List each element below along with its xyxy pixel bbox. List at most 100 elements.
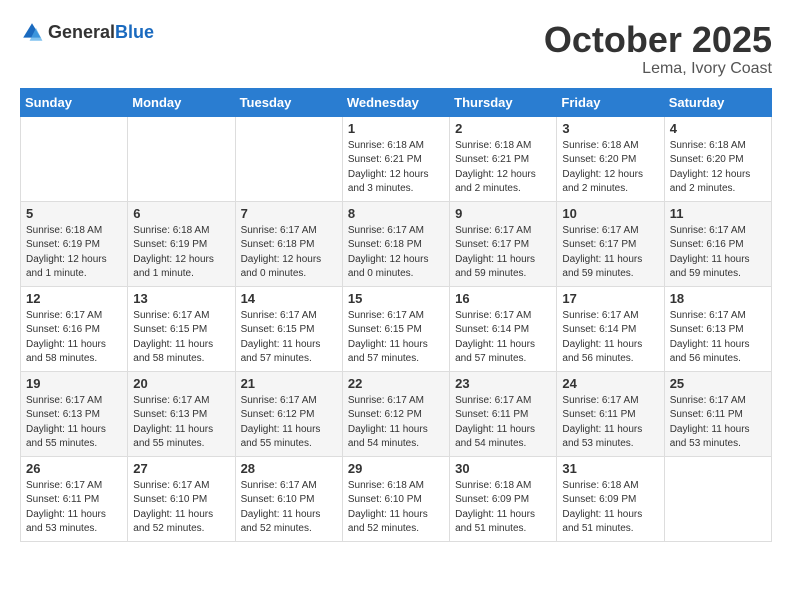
logo-text: GeneralBlue — [48, 22, 154, 43]
calendar-cell: 27 Sunrise: 6:17 AMSunset: 6:10 PMDayligh… — [128, 456, 235, 541]
day-number: 9 — [455, 206, 551, 221]
day-number: 22 — [348, 376, 444, 391]
day-number: 25 — [670, 376, 766, 391]
day-info: Sunrise: 6:17 AMSunset: 6:15 PMDaylight:… — [133, 309, 229, 367]
calendar-cell: 16 Sunrise: 6:17 AMSunset: 6:14 PMDayligh… — [450, 286, 557, 371]
day-info: Sunrise: 6:18 AMSunset: 6:19 PMDaylight:… — [133, 224, 229, 282]
day-info: Sunrise: 6:18 AMSunset: 6:20 PMDaylight:… — [670, 139, 766, 197]
col-tuesday: Tuesday — [235, 88, 342, 116]
day-info: Sunrise: 6:17 AMSunset: 6:10 PMDaylight:… — [133, 479, 229, 537]
day-number: 24 — [562, 376, 658, 391]
calendar-cell: 19 Sunrise: 6:17 AMSunset: 6:13 PMDayligh… — [21, 371, 128, 456]
day-info: Sunrise: 6:18 AMSunset: 6:21 PMDaylight:… — [348, 139, 444, 197]
calendar-cell: 6 Sunrise: 6:18 AMSunset: 6:19 PMDaylight… — [128, 201, 235, 286]
day-info: Sunrise: 6:17 AMSunset: 6:11 PMDaylight:… — [455, 394, 551, 452]
day-number: 11 — [670, 206, 766, 221]
day-number: 12 — [26, 291, 122, 306]
calendar-week-row: 12 Sunrise: 6:17 AMSunset: 6:16 PMDayligh… — [21, 286, 772, 371]
calendar-cell — [664, 456, 771, 541]
calendar-cell: 15 Sunrise: 6:17 AMSunset: 6:15 PMDayligh… — [342, 286, 449, 371]
logo-blue: Blue — [115, 22, 154, 42]
calendar-cell: 21 Sunrise: 6:17 AMSunset: 6:12 PMDayligh… — [235, 371, 342, 456]
day-number: 2 — [455, 121, 551, 136]
day-number: 1 — [348, 121, 444, 136]
day-info: Sunrise: 6:18 AMSunset: 6:09 PMDaylight:… — [562, 479, 658, 537]
day-info: Sunrise: 6:17 AMSunset: 6:14 PMDaylight:… — [455, 309, 551, 367]
day-number: 21 — [241, 376, 337, 391]
day-number: 16 — [455, 291, 551, 306]
day-number: 14 — [241, 291, 337, 306]
calendar-week-row: 5 Sunrise: 6:18 AMSunset: 6:19 PMDaylight… — [21, 201, 772, 286]
col-saturday: Saturday — [664, 88, 771, 116]
calendar-cell: 5 Sunrise: 6:18 AMSunset: 6:19 PMDaylight… — [21, 201, 128, 286]
day-info: Sunrise: 6:17 AMSunset: 6:17 PMDaylight:… — [455, 224, 551, 282]
day-info: Sunrise: 6:18 AMSunset: 6:19 PMDaylight:… — [26, 224, 122, 282]
day-number: 7 — [241, 206, 337, 221]
calendar-cell: 1 Sunrise: 6:18 AMSunset: 6:21 PMDaylight… — [342, 116, 449, 201]
calendar-cell: 28Sunrise: 6:17 AMSunset: 6:10 PMDayligh… — [235, 456, 342, 541]
logo-general: General — [48, 22, 115, 42]
day-info: Sunrise: 6:18 AMSunset: 6:10 PMDaylight:… — [348, 479, 444, 537]
day-number: 3 — [562, 121, 658, 136]
day-info: Sunrise: 6:17 AMSunset: 6:12 PMDaylight:… — [241, 394, 337, 452]
calendar-cell — [21, 116, 128, 201]
day-number: 27 — [133, 461, 229, 476]
day-number: 26 — [26, 461, 122, 476]
day-number: 5 — [26, 206, 122, 221]
day-info: Sunrise: 6:17 AMSunset: 6:15 PMDaylight:… — [348, 309, 444, 367]
day-number: 23 — [455, 376, 551, 391]
calendar-cell: 10 Sunrise: 6:17 AMSunset: 6:17 PMDayligh… — [557, 201, 664, 286]
calendar-week-row: 19 Sunrise: 6:17 AMSunset: 6:13 PMDayligh… — [21, 371, 772, 456]
day-info: Sunrise: 6:17 AMSunset: 6:11 PMDaylight:… — [670, 394, 766, 452]
logo: GeneralBlue — [20, 20, 154, 44]
calendar-cell: 20Sunrise: 6:17 AMSunset: 6:13 PMDayligh… — [128, 371, 235, 456]
day-info: Sunrise: 6:18 AMSunset: 6:21 PMDaylight:… — [455, 139, 551, 197]
day-info: Sunrise: 6:17 AMSunset: 6:16 PMDaylight:… — [26, 309, 122, 367]
title-block: October 2025 Lema, Ivory Coast — [544, 20, 772, 78]
day-info: Sunrise: 6:17 AMSunset: 6:14 PMDaylight:… — [562, 309, 658, 367]
page-header: GeneralBlue October 2025 Lema, Ivory Coa… — [20, 20, 772, 78]
day-number: 29 — [348, 461, 444, 476]
day-info: Sunrise: 6:18 AMSunset: 6:20 PMDaylight:… — [562, 139, 658, 197]
calendar-cell: 3 Sunrise: 6:18 AMSunset: 6:20 PMDaylight… — [557, 116, 664, 201]
col-monday: Monday — [128, 88, 235, 116]
day-number: 6 — [133, 206, 229, 221]
col-friday: Friday — [557, 88, 664, 116]
calendar-cell: 30 Sunrise: 6:18 AMSunset: 6:09 PMDayligh… — [450, 456, 557, 541]
calendar-cell: 12 Sunrise: 6:17 AMSunset: 6:16 PMDayligh… — [21, 286, 128, 371]
col-thursday: Thursday — [450, 88, 557, 116]
calendar-cell: 25 Sunrise: 6:17 AMSunset: 6:11 PMDayligh… — [664, 371, 771, 456]
day-info: Sunrise: 6:17 AMSunset: 6:13 PMDaylight:… — [133, 394, 229, 452]
day-number: 15 — [348, 291, 444, 306]
col-sunday: Sunday — [21, 88, 128, 116]
col-wednesday: Wednesday — [342, 88, 449, 116]
calendar-cell: 7 Sunrise: 6:17 AMSunset: 6:18 PMDaylight… — [235, 201, 342, 286]
day-info: Sunrise: 6:17 AMSunset: 6:11 PMDaylight:… — [562, 394, 658, 452]
day-number: 30 — [455, 461, 551, 476]
calendar-cell: 11Sunrise: 6:17 AMSunset: 6:16 PMDayligh… — [664, 201, 771, 286]
day-info: Sunrise: 6:17 AMSunset: 6:17 PMDaylight:… — [562, 224, 658, 282]
calendar-cell: 18Sunrise: 6:17 AMSunset: 6:13 PMDayligh… — [664, 286, 771, 371]
calendar-cell: 29 Sunrise: 6:18 AMSunset: 6:10 PMDayligh… — [342, 456, 449, 541]
day-info: Sunrise: 6:17 AMSunset: 6:15 PMDaylight:… — [241, 309, 337, 367]
day-info: Sunrise: 6:17 AMSunset: 6:13 PMDaylight:… — [26, 394, 122, 452]
calendar-cell: 8Sunrise: 6:17 AMSunset: 6:18 PMDaylight… — [342, 201, 449, 286]
calendar-table: Sunday Monday Tuesday Wednesday Thursday… — [20, 88, 772, 542]
calendar-cell: 14 Sunrise: 6:17 AMSunset: 6:15 PMDayligh… — [235, 286, 342, 371]
day-info: Sunrise: 6:17 AMSunset: 6:18 PMDaylight:… — [241, 224, 337, 282]
day-number: 8 — [348, 206, 444, 221]
day-number: 10 — [562, 206, 658, 221]
day-number: 19 — [26, 376, 122, 391]
location-title: Lema, Ivory Coast — [544, 60, 772, 78]
calendar-cell: 26Sunrise: 6:17 AMSunset: 6:11 PMDayligh… — [21, 456, 128, 541]
calendar-week-row: 26Sunrise: 6:17 AMSunset: 6:11 PMDayligh… — [21, 456, 772, 541]
day-number: 17 — [562, 291, 658, 306]
day-number: 31 — [562, 461, 658, 476]
day-number: 13 — [133, 291, 229, 306]
calendar-cell: 22Sunrise: 6:17 AMSunset: 6:12 PMDayligh… — [342, 371, 449, 456]
day-info: Sunrise: 6:17 AMSunset: 6:13 PMDaylight:… — [670, 309, 766, 367]
day-info: Sunrise: 6:18 AMSunset: 6:09 PMDaylight:… — [455, 479, 551, 537]
calendar-cell: 4Sunrise: 6:18 AMSunset: 6:20 PMDaylight… — [664, 116, 771, 201]
calendar-cell: 9 Sunrise: 6:17 AMSunset: 6:17 PMDaylight… — [450, 201, 557, 286]
calendar-cell: 13 Sunrise: 6:17 AMSunset: 6:15 PMDayligh… — [128, 286, 235, 371]
